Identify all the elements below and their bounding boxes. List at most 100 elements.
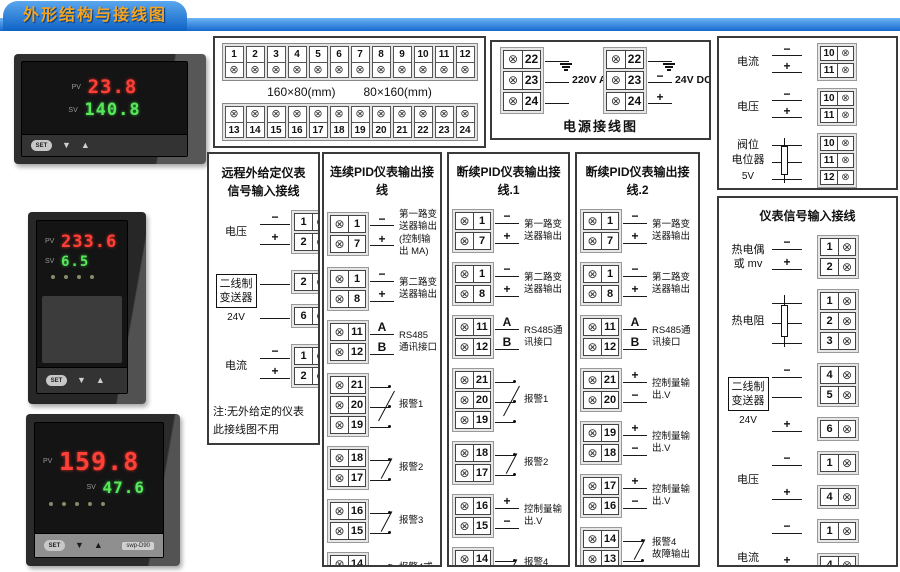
group-label-wrap: 阀位 电位器5V xyxy=(725,138,771,183)
terminal-strips: ⊗1⊗8 xyxy=(580,262,622,306)
screw-icon: ⊗ xyxy=(331,503,348,519)
terminal-cell: ⊗17 xyxy=(330,469,366,487)
wire-lead: B xyxy=(370,344,394,364)
group-label-wrap: 报警4或 状态输出 xyxy=(399,562,437,567)
wire-leads xyxy=(260,271,290,328)
polarity-sign: A xyxy=(503,316,512,328)
group-label-wrap: 电压 xyxy=(213,225,259,239)
terminal-number: 5 xyxy=(310,47,327,62)
screw-icon: ⊗ xyxy=(331,291,348,307)
terminal-strips: ⊗21⊗20 xyxy=(580,368,622,412)
wire-lead: + xyxy=(623,286,647,306)
wire-lead xyxy=(260,308,290,328)
terminal-strip: 1⊗ xyxy=(817,519,859,543)
terminal-strip: ⊗22⊗23⊗24 xyxy=(603,47,647,114)
terminal-number: 2 xyxy=(247,47,264,62)
terminal-cell: ⊗17 xyxy=(583,477,619,495)
wire-leads: −+ xyxy=(772,364,802,441)
screw-icon: ⊗ xyxy=(584,286,601,302)
terminal-cell: ⊗24 xyxy=(456,106,475,138)
screw-icon: ⊗ xyxy=(373,107,390,122)
polarity-sign: − xyxy=(631,263,638,275)
instrument-front-panel: PV 159.8 SV 47.6 SET ▼ ▲ swp-D90 xyxy=(34,422,164,558)
wiring-group: ⊗14⊗13报警4 故障输出 xyxy=(580,527,695,567)
terminal-strip: ⊗1⊗8 xyxy=(580,262,622,306)
panel-title: 断续PID仪表输出接线.1 xyxy=(452,163,565,199)
terminal-number: 18 xyxy=(348,450,365,466)
terminal-strips: ⊗19⊗18 xyxy=(580,421,622,465)
screw-icon: ⊗ xyxy=(838,293,855,309)
terminal-strips: 1⊗2⊗ xyxy=(803,235,859,279)
group-label-wrap: 控制量输出.V xyxy=(524,504,565,529)
screw-icon: ⊗ xyxy=(837,92,853,105)
wiring-group: ⊗21⊗20⊗19报警1 xyxy=(452,368,565,432)
wire-lead: − xyxy=(623,392,647,412)
indicator-led xyxy=(62,502,66,506)
polarity-sign: − xyxy=(656,70,663,82)
terminal-strips: ⊗18⊗17 xyxy=(327,446,369,490)
terminal-number: 4 xyxy=(821,367,838,383)
terminal-strip: 4⊗ xyxy=(817,485,859,509)
screw-icon: ⊗ xyxy=(312,234,320,250)
wiring-group: ⊗1⊗8−+第二路变送器输出 xyxy=(452,262,565,306)
instrument-front-panel: PV 23.8 SV 140.8 SET ▼ ▲ xyxy=(21,61,188,157)
instrument-buttons: SET ▼ ▲ swp-D90 xyxy=(35,533,163,557)
terminal-strip: ⊗17⊗16 xyxy=(580,474,622,518)
terminal-number: 1 xyxy=(226,47,243,62)
group-label: 第二路变送器输出 xyxy=(652,272,695,297)
polarity-sign: − xyxy=(783,43,790,55)
terminal-strip: 1⊗2⊗3⊗ xyxy=(817,289,859,353)
indicator-led xyxy=(49,502,53,506)
polarity-sign: + xyxy=(631,422,638,434)
group-label-wrap: 第一路变送器输出 xyxy=(524,219,565,244)
blank-panel xyxy=(42,296,122,363)
terminal-cell: 7⊗ xyxy=(351,46,370,78)
wire-lead: B xyxy=(623,339,647,359)
wire-lead: + xyxy=(495,286,519,306)
polarity-sign: − xyxy=(378,268,385,280)
terminal-cell: 6⊗ xyxy=(820,420,856,438)
screw-icon: ⊗ xyxy=(331,324,348,340)
screw-icon: ⊗ xyxy=(584,213,601,229)
terminal-cell: ⊗15 xyxy=(330,522,366,540)
screw-icon: ⊗ xyxy=(456,266,473,282)
terminal-cell: ⊗11 xyxy=(583,318,619,336)
group-label: 电流 xyxy=(725,551,771,565)
wire-lead: + xyxy=(370,291,394,311)
terminal-cell: 2⊗ xyxy=(294,273,320,291)
page-banner: 外形结构与接线图 xyxy=(0,0,900,31)
screw-icon: ⊗ xyxy=(584,498,601,514)
terminal-cell: ⊗16 xyxy=(455,497,491,515)
screw-icon: ⊗ xyxy=(312,274,320,290)
screw-icon: ⊗ xyxy=(331,236,348,252)
wire-lead: + xyxy=(772,421,802,441)
terminal-number: 14 xyxy=(348,556,365,567)
screw-icon: ⊗ xyxy=(312,214,320,230)
terminal-cell: 1⊗ xyxy=(820,238,856,256)
wiring-group: 阀位 电位器5V10⊗11⊗12⊗ xyxy=(725,133,890,188)
terminal-strips: 1⊗2⊗3⊗ xyxy=(803,289,859,353)
screw-icon: ⊗ xyxy=(584,339,601,355)
terminal-row-frame: ⊗13⊗14⊗15⊗16⊗17⊗18⊗19⊗20⊗21⊗22⊗23⊗24 xyxy=(222,103,478,141)
terminal-strips: ⊗1⊗7 xyxy=(327,212,369,256)
screw-icon: ⊗ xyxy=(838,421,855,437)
terminal-cell: 5⊗ xyxy=(820,386,856,404)
wire-leads: AB xyxy=(495,316,519,359)
terminal-number: 1 xyxy=(601,266,618,282)
terminal-number: 12 xyxy=(821,171,837,184)
wire-leads: −+ xyxy=(370,268,394,311)
wire-lead: + xyxy=(623,233,647,253)
terminal-cell: ⊗19 xyxy=(455,411,491,429)
terminal-number: 17 xyxy=(310,122,327,137)
screw-icon: ⊗ xyxy=(373,62,390,77)
terminal-strips: ⊗14⊗13 xyxy=(327,552,369,567)
polarity-sign: − xyxy=(631,389,638,401)
group-label: 报警1 xyxy=(524,394,565,406)
terminal-strip: ⊗1⊗7 xyxy=(580,209,622,253)
group-label-wrap: 报警2 xyxy=(524,457,565,469)
polarity-sign: − xyxy=(503,263,510,275)
polarity-sign: + xyxy=(631,475,638,487)
set-button: SET xyxy=(31,140,52,151)
screw-icon: ⊗ xyxy=(352,62,369,77)
wire-lead: + xyxy=(370,235,394,255)
